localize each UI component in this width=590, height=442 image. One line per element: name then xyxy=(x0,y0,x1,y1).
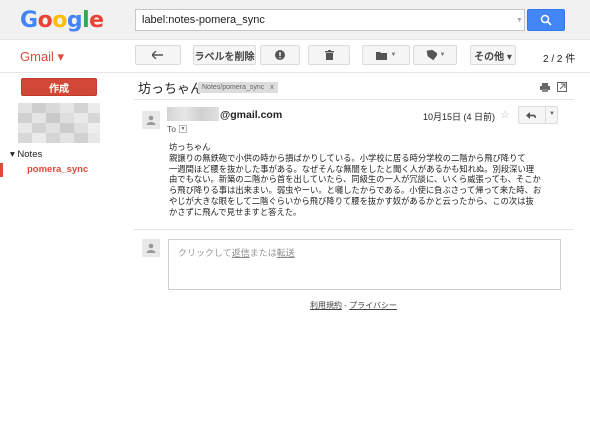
sender-email[interactable]: @gmail.com xyxy=(220,109,282,121)
body-line: 親譲りの無鉄砲で小供の時から損ばかりしている。小学校に居る時分学校の二階から飛び… xyxy=(169,152,526,163)
logo-letter: o xyxy=(37,8,53,33)
toolbar: Gmail ▾ ラベルを削除 ▼ ▼ その他 ▾ 2 / 2 件 xyxy=(0,40,590,73)
labels-button[interactable]: ▼ xyxy=(413,45,457,65)
chevron-down-icon: ▼ xyxy=(390,52,397,58)
sender-avatar xyxy=(142,111,160,129)
report-spam-icon xyxy=(275,50,285,60)
message-view: 坊っちゃん Notes/pomera_sync x @gmail.com To … xyxy=(120,73,590,442)
redacted-sender-name xyxy=(167,107,219,121)
trash-icon xyxy=(324,50,334,60)
chevron-down-icon: ▼ xyxy=(439,52,446,58)
body-line: やじが大きな眼をして二階ぐらいから飛び降りて腰を抜かす奴があるかと云ったから、こ… xyxy=(169,195,534,206)
remove-label-button[interactable]: ラベルを削除 xyxy=(193,45,256,65)
sender-domain: @gmail.com xyxy=(220,109,283,121)
top-bar: Google label:notes-pomera_sync ▼ xyxy=(0,0,590,40)
body-line: ら飛び降りる事は出来まい。弱虫やーい。と囃したからである。小使に負ぶさって帰って… xyxy=(169,185,542,196)
label-chip-text: Notes/pomera_sync xyxy=(202,84,265,91)
chevron-down-icon[interactable]: ▼ xyxy=(549,111,555,117)
quick-reply-box[interactable]: クリックして返信または転送 xyxy=(168,239,561,290)
sidebar-item-notes[interactable]: ▾ Notes xyxy=(10,149,42,160)
body-line: 一週間ほど腰を抜かした事がある。なぜそんな無闇をしたと聞く人があるかも知れぬ。別… xyxy=(169,163,535,174)
reply-prefix: クリックして xyxy=(178,248,232,258)
details-dropdown-icon[interactable]: ▼ xyxy=(178,125,187,133)
search-icon xyxy=(540,14,552,26)
report-spam-button[interactable] xyxy=(260,45,300,65)
label-tag-icon xyxy=(426,50,437,60)
reply-link[interactable]: 返信 xyxy=(232,248,250,258)
logo-letter: l xyxy=(82,8,90,33)
footer: 利用規約 - プライバシー xyxy=(310,300,397,311)
body-title: 坊っちゃん xyxy=(169,142,211,152)
arrow-back-icon xyxy=(152,51,163,59)
star-icon[interactable]: ☆ xyxy=(500,108,510,121)
sidebar-item-pomera-sync[interactable]: pomera_sync xyxy=(0,163,118,177)
folder-icon xyxy=(375,51,387,60)
sidebar: 作成 ▾ Notes pomera_sync xyxy=(0,73,120,442)
body-line: 由でもない。新築の二階から首を出していたら、同級生の一人が冗談に、いくら威張って… xyxy=(169,174,541,185)
message-date: 10月15日 (4 日前) xyxy=(423,112,496,122)
logo-letter: G xyxy=(20,8,38,33)
search-options-caret-icon[interactable]: ▼ xyxy=(516,17,523,24)
reply-divider xyxy=(134,229,574,230)
google-logo[interactable]: Google xyxy=(20,8,104,33)
move-to-button[interactable]: ▼ xyxy=(362,45,410,65)
logo-letter: g xyxy=(66,8,83,33)
message-body: 坊っちゃん 親譲りの無鉄砲で小供の時から損ばかりしている。小学校に居る時分学校の… xyxy=(169,142,569,218)
delete-button[interactable] xyxy=(308,45,350,65)
body-line: かさずに飛んで見せますと答えた。 xyxy=(169,206,302,217)
search-input[interactable]: label:notes-pomera_sync xyxy=(135,9,525,31)
search-button[interactable] xyxy=(527,9,565,31)
person-icon xyxy=(146,243,156,253)
to-label: To xyxy=(167,124,176,134)
my-avatar xyxy=(142,239,160,257)
logo-letter: o xyxy=(52,8,67,33)
gmail-menu[interactable]: Gmail ▾ xyxy=(20,49,64,65)
terms-link[interactable]: 利用規約 xyxy=(310,301,342,310)
recipient-line: To ▼ xyxy=(167,124,187,134)
back-button[interactable] xyxy=(135,45,181,65)
logo-letter: e xyxy=(89,8,104,33)
redacted-labels xyxy=(18,103,100,143)
label-chip[interactable]: Notes/pomera_sync x xyxy=(198,82,278,93)
new-window-icon[interactable] xyxy=(557,82,567,92)
header-divider xyxy=(134,99,574,100)
pager-count: 2 / 2 件 xyxy=(543,54,576,65)
reply-button[interactable]: ▼ xyxy=(518,106,558,124)
forward-link[interactable]: 転送 xyxy=(277,248,295,258)
reply-icon xyxy=(526,112,536,119)
privacy-link[interactable]: プライバシー xyxy=(349,301,397,310)
label-chip-close-icon[interactable]: x xyxy=(270,84,274,91)
person-icon xyxy=(146,115,156,125)
more-button[interactable]: その他 ▾ xyxy=(470,45,516,65)
print-icon[interactable] xyxy=(540,83,550,92)
reply-menu-divider xyxy=(545,107,546,123)
compose-button[interactable]: 作成 xyxy=(21,78,97,96)
reply-middle: または xyxy=(249,248,277,258)
message-subject: 坊っちゃん xyxy=(138,81,204,96)
